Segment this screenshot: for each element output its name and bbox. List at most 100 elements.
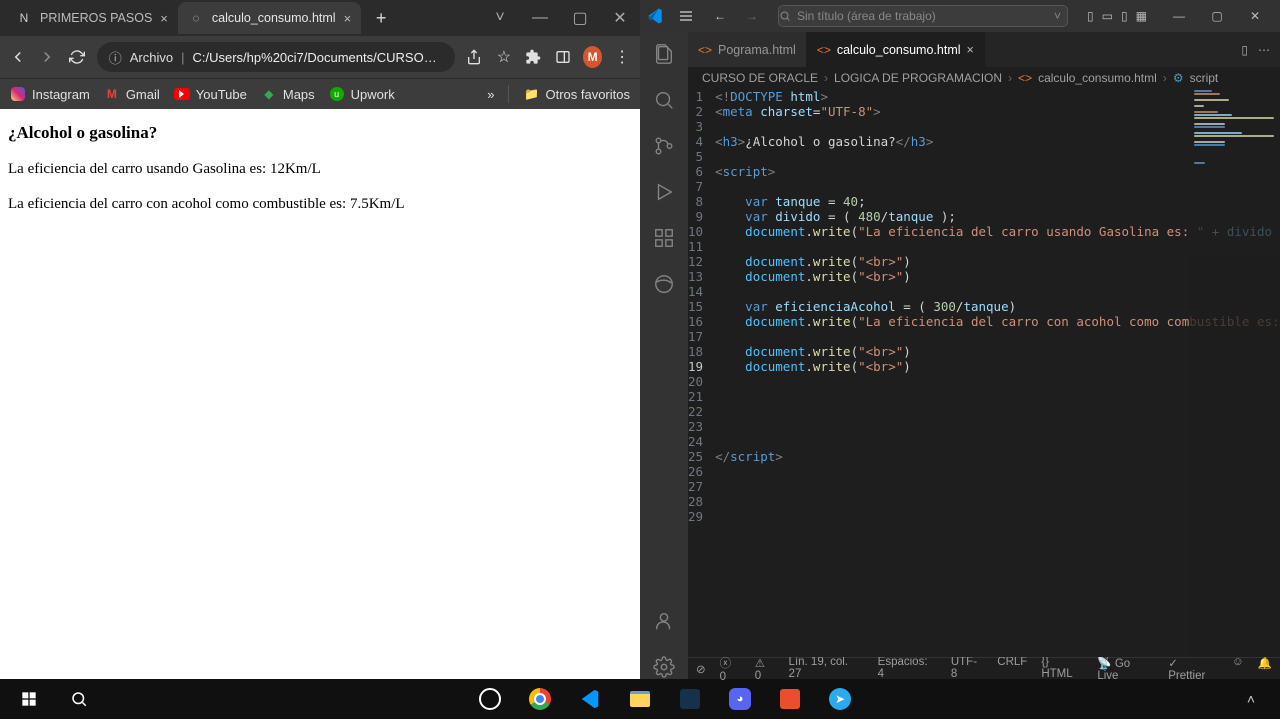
site-info-icon[interactable]: ⓘ xyxy=(109,48,122,67)
taskbar-app4[interactable] xyxy=(667,679,713,719)
editor-area: <> Pograma.html <> calculo_consumo.html … xyxy=(688,32,1280,679)
status-feedback-icon[interactable]: ☺ xyxy=(1232,656,1244,682)
editor-tab-pograma[interactable]: <> Pograma.html xyxy=(688,32,807,67)
status-spaces[interactable]: Espacios: 4 xyxy=(878,656,937,682)
bookmark-label: Maps xyxy=(283,87,315,102)
forward-button[interactable] xyxy=(38,46,58,68)
status-lang[interactable]: {} HTML xyxy=(1041,656,1083,682)
status-golive[interactable]: 📡 Go Live xyxy=(1097,656,1154,682)
back-button[interactable] xyxy=(8,46,28,68)
extensions-activity-icon[interactable] xyxy=(652,226,676,250)
minimap[interactable] xyxy=(1190,89,1280,657)
tab-search-icon[interactable]: ˅ xyxy=(480,3,520,33)
minimize-button[interactable]: — xyxy=(520,3,560,33)
crumb-symbol[interactable]: script xyxy=(1190,71,1219,85)
extensions-icon[interactable] xyxy=(524,46,544,68)
vscode-close-button[interactable]: ✕ xyxy=(1236,1,1274,31)
layout-right-icon[interactable]: ▯ xyxy=(1119,9,1130,23)
close-tab-icon[interactable]: × xyxy=(344,11,352,26)
nav-forward-icon[interactable]: → xyxy=(740,9,764,23)
gmail-icon: M xyxy=(104,86,120,102)
bookmark-overflow[interactable]: » xyxy=(487,87,494,102)
taskbar-discord[interactable]: ◕ xyxy=(717,679,763,719)
taskbar-explorer[interactable] xyxy=(617,679,663,719)
status-warnings[interactable]: ⚠ 0 xyxy=(755,656,775,682)
source-control-icon[interactable] xyxy=(652,134,676,158)
activity-bar xyxy=(640,32,688,679)
breadcrumb[interactable]: CURSO DE ORACLE› LOGICA DE PROGRAMACION›… xyxy=(688,67,1280,89)
close-window-button[interactable]: ✕ xyxy=(600,3,640,33)
bookmark-youtube[interactable]: YouTube xyxy=(174,86,247,102)
status-remote-icon[interactable]: ⊘ xyxy=(696,662,706,676)
taskbar-app6[interactable] xyxy=(767,679,813,719)
run-debug-icon[interactable] xyxy=(652,180,676,204)
taskbar-cortana[interactable] xyxy=(467,679,513,719)
layout-bottom-icon[interactable]: ▭ xyxy=(1100,9,1115,23)
cortana-icon xyxy=(479,688,501,710)
vscode-statusbar: ⊘ ⓧ 0 ⚠ 0 Lín. 19, col. 27 Espacios: 4 U… xyxy=(688,657,1280,679)
app-icon xyxy=(680,689,700,709)
explorer-icon[interactable] xyxy=(652,42,676,66)
vscode-maximize-button[interactable]: ▢ xyxy=(1198,1,1236,31)
editor-tab-calculo[interactable]: <> calculo_consumo.html × xyxy=(807,32,985,67)
bookmark-star-icon[interactable]: ☆ xyxy=(494,46,514,68)
editor-more-icon[interactable]: ⋯ xyxy=(1258,43,1270,57)
chrome-tab-primeros-pasos[interactable]: N PRIMEROS PASOS × xyxy=(6,2,178,34)
layout-grid-icon[interactable]: ▦ xyxy=(1134,9,1149,23)
edge-tools-icon[interactable] xyxy=(652,272,676,296)
start-button[interactable] xyxy=(6,679,52,719)
folder-icon: 📁 xyxy=(523,86,539,102)
split-editor-icon[interactable]: ▯ xyxy=(1241,43,1248,57)
layout-left-icon[interactable]: ▯ xyxy=(1085,9,1096,23)
status-errors[interactable]: ⓧ 0 xyxy=(720,655,741,683)
html-file-icon: <> xyxy=(698,43,712,57)
crumb-folder[interactable]: LOGICA DE PROGRAMACION xyxy=(834,71,1002,85)
status-prettier[interactable]: ✓ Prettier xyxy=(1168,656,1218,682)
status-cursor[interactable]: Lín. 19, col. 27 xyxy=(789,656,864,682)
vscode-minimize-button[interactable]: — xyxy=(1160,1,1198,31)
settings-gear-icon[interactable] xyxy=(652,655,676,679)
close-editor-tab-icon[interactable]: × xyxy=(967,43,974,57)
vscode-titlebar: ← → Sin título (área de trabajo) ˅ ▯ ▭ ▯… xyxy=(640,0,1280,32)
crumb-file[interactable]: calculo_consumo.html xyxy=(1038,71,1157,85)
chrome-tab-calculo[interactable]: ◌ calculo_consumo.html × xyxy=(178,2,361,34)
taskbar-chrome[interactable] xyxy=(517,679,563,719)
bookmark-other[interactable]: 📁Otros favoritos xyxy=(523,86,630,102)
crumb-folder[interactable]: CURSO DE ORACLE xyxy=(702,71,818,85)
profile-avatar[interactable]: M xyxy=(583,46,603,68)
telegram-icon: ➤ xyxy=(829,688,851,710)
code-editor[interactable]: 1234567891011121314151617181920212223242… xyxy=(688,89,1280,657)
bookmark-instagram[interactable]: Instagram xyxy=(10,86,90,102)
tray-overflow-icon[interactable]: ˄ xyxy=(1228,679,1274,719)
app-icon xyxy=(780,689,800,709)
sidepanel-icon[interactable] xyxy=(553,46,573,68)
line-gutter: 1234567891011121314151617181920212223242… xyxy=(688,89,715,657)
vscode-window: ← → Sin título (área de trabajo) ˅ ▯ ▭ ▯… xyxy=(640,0,1280,679)
bookmark-gmail[interactable]: MGmail xyxy=(104,86,160,102)
reload-button[interactable] xyxy=(67,46,87,68)
notion-icon: N xyxy=(16,10,32,26)
layout-controls[interactable]: ▯ ▭ ▯ ▦ xyxy=(1085,9,1149,23)
nav-back-icon[interactable]: ← xyxy=(708,9,732,23)
status-bell-icon[interactable]: 🔔 xyxy=(1258,656,1272,682)
account-icon[interactable] xyxy=(652,609,676,633)
command-center[interactable]: Sin título (área de trabajo) ˅ xyxy=(778,5,1068,27)
status-encoding[interactable]: UTF-8 xyxy=(951,656,983,682)
close-tab-icon[interactable]: × xyxy=(160,11,168,26)
bookmark-maps[interactable]: ◆Maps xyxy=(261,86,315,102)
kebab-menu-icon[interactable]: ⋮ xyxy=(612,46,632,68)
bookmark-upwork[interactable]: uUpwork xyxy=(329,86,395,102)
search-activity-icon[interactable] xyxy=(652,88,676,112)
taskbar-vscode[interactable] xyxy=(567,679,613,719)
overflow-label: » xyxy=(487,87,494,102)
taskbar-telegram[interactable]: ➤ xyxy=(817,679,863,719)
page-heading: ¿Alcohol o gasolina? xyxy=(8,123,632,143)
maximize-button[interactable]: ▢ xyxy=(560,3,600,33)
share-icon[interactable] xyxy=(465,46,485,68)
status-eol[interactable]: CRLF xyxy=(997,656,1027,682)
profile-initial: M xyxy=(588,50,598,64)
new-tab-button[interactable]: + xyxy=(367,4,395,32)
address-bar[interactable]: ⓘ Archivo | C:/Users/hp%20ci7/Documents/… xyxy=(97,42,455,72)
menu-button[interactable] xyxy=(672,8,700,24)
search-taskbar-button[interactable] xyxy=(56,679,102,719)
